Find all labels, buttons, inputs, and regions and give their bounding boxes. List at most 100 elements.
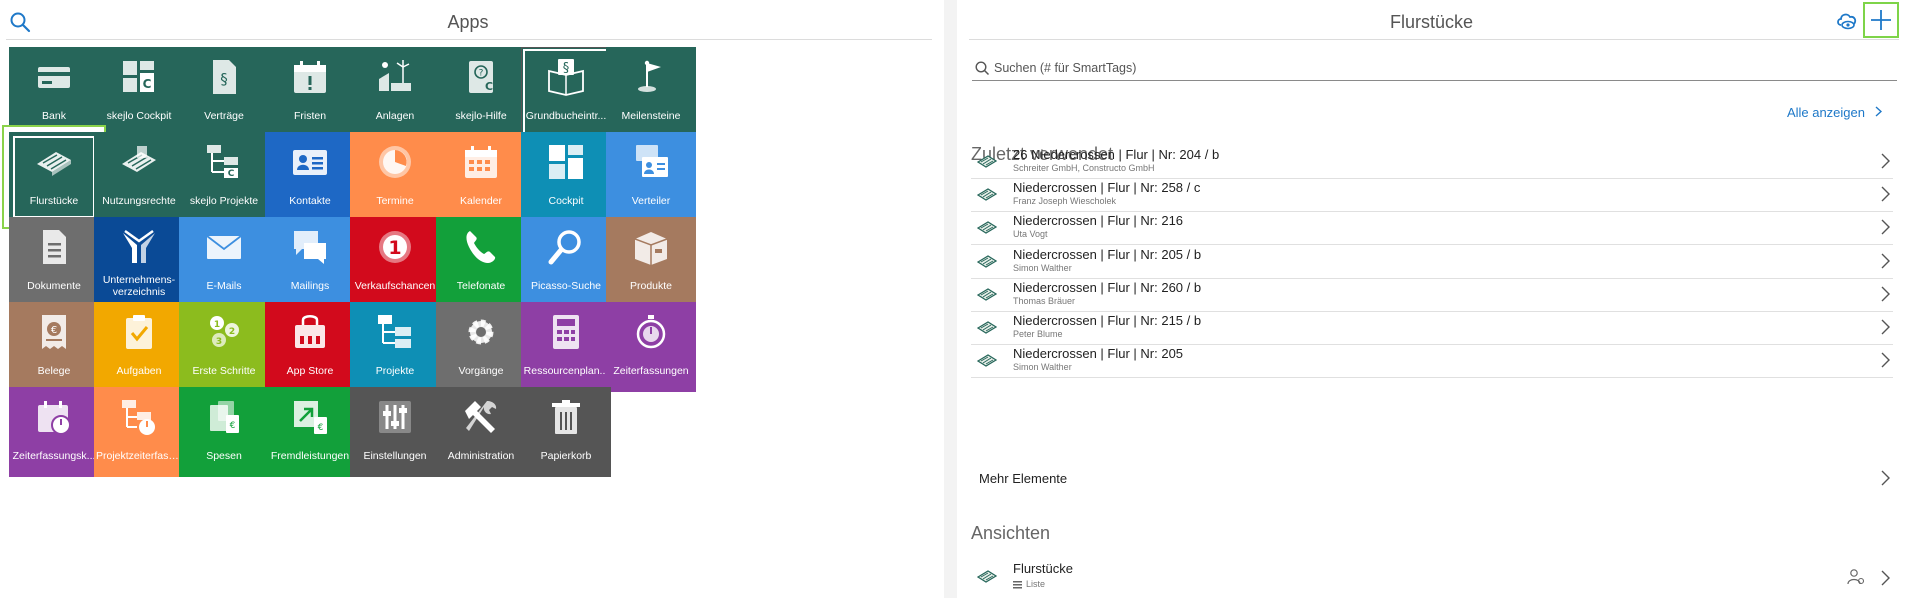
app-tile-label: Einstellungen xyxy=(363,450,427,462)
app-tile[interactable]: Administration xyxy=(436,387,526,477)
app-tile[interactable]: Termine xyxy=(350,132,440,222)
apps-divider xyxy=(6,39,932,40)
receipt-icon: € xyxy=(42,315,66,349)
app-tile[interactable]: Cockpit xyxy=(521,132,611,222)
project-tree-icon: C xyxy=(207,145,238,179)
search-field[interactable] xyxy=(972,59,1897,81)
search-icon xyxy=(975,61,990,76)
app-tile[interactable]: Zeiterfassungen xyxy=(606,302,696,392)
app-tile[interactable]: € Fremdleistungen xyxy=(265,387,355,477)
chevron-right-icon xyxy=(1881,352,1890,368)
app-tile[interactable]: Projekte xyxy=(350,302,440,392)
app-tile-label: Meilensteine xyxy=(621,110,681,122)
more-items-button[interactable]: Mehr Elemente xyxy=(971,458,1893,498)
recent-item-title: 26 Niedercrossen | Flur | Nr: 204 / b xyxy=(1013,147,1220,162)
help-icon: ?C xyxy=(469,61,493,93)
title-divider xyxy=(969,39,1899,40)
company-directory-icon xyxy=(123,229,155,263)
law-book-icon: § xyxy=(548,59,584,96)
plus-icon xyxy=(1871,10,1891,30)
usage-rights-icon xyxy=(122,146,156,172)
search-input[interactable] xyxy=(994,59,1884,77)
app-tile[interactable]: Anlagen xyxy=(350,47,440,137)
app-tile[interactable]: Unternehmens-verzeichnis xyxy=(94,217,184,307)
svg-text:C: C xyxy=(228,169,235,179)
flurstuecke-panel: Flurstücke Alle anzeigen Zuletzt verwend… xyxy=(957,0,1906,598)
apps-panel: Apps Bank Cskejlo Cockpit § Verträge Fristen… xyxy=(0,0,944,598)
app-tile[interactable]: Mailings xyxy=(265,217,355,307)
recent-item[interactable]: Niedercrossen | Flur | Nr: 205 Simon Walt… xyxy=(971,344,1893,379)
app-tile[interactable]: Dokumente xyxy=(9,217,99,307)
app-tile[interactable]: € Spesen xyxy=(179,387,269,477)
app-tile[interactable]: € Belege xyxy=(9,302,99,392)
milestone-flag-icon xyxy=(638,60,661,92)
app-tile[interactable]: 1 2 3 Erste Schritte xyxy=(179,302,269,392)
view-subtitle: Liste xyxy=(1013,579,1045,589)
recent-item-subtitle: Schreiter GmbH, Constructo GmbH xyxy=(1013,163,1155,173)
show-all-label: Alle anzeigen xyxy=(1786,105,1865,120)
first-steps-icon: 123 xyxy=(210,316,239,347)
app-tile[interactable]: Produkte xyxy=(606,217,696,307)
app-tile[interactable]: Cskejlo Cockpit xyxy=(94,47,184,137)
show-all-link[interactable]: Alle anzeigen xyxy=(1786,105,1883,120)
app-tile[interactable]: Verteiler xyxy=(606,132,696,222)
app-tile[interactable]: Cskejlo Projekte xyxy=(179,132,269,222)
app-tile[interactable]: Einstellungen xyxy=(350,387,440,477)
chevron-right-icon xyxy=(1881,570,1890,586)
app-tile[interactable]: Zeiterfassungsk... xyxy=(9,387,99,477)
app-tile[interactable]: Kontakte xyxy=(265,132,355,222)
app-tile[interactable]: § Grundbucheintr... xyxy=(521,47,611,137)
app-tile[interactable]: Projektzeiterfass... xyxy=(94,387,184,477)
user-settings-icon[interactable] xyxy=(1847,568,1865,586)
list-icon xyxy=(1013,580,1022,589)
add-button[interactable] xyxy=(1863,2,1899,38)
app-tile-label: Verkaufschancen xyxy=(354,280,436,292)
app-tile[interactable]: Aufgaben xyxy=(94,302,184,392)
app-tile[interactable]: App Store xyxy=(265,302,355,392)
app-tile-label: Picasso-Suche xyxy=(530,280,602,292)
app-tile-label: Dokumente xyxy=(27,280,81,292)
app-tile[interactable]: Vorgänge xyxy=(436,302,526,392)
chevron-right-icon xyxy=(1881,153,1890,169)
app-tile[interactable]: Fristen xyxy=(265,47,355,137)
view-item-flurstuecke[interactable]: Flurstücke Liste xyxy=(971,558,1893,598)
app-tile[interactable]: 1 Verkaufschancen xyxy=(350,217,440,307)
app-tile-label: skejlo Cockpit xyxy=(106,110,172,122)
recent-item[interactable]: Niedercrossen | Flur | Nr: 216 Uta Vogt xyxy=(971,211,1893,246)
app-tile-label: Verträge xyxy=(204,110,244,122)
app-tile[interactable]: Nutzungsrechte xyxy=(94,132,184,222)
app-tile-label: Zeiterfassungsk... xyxy=(12,450,96,462)
svg-text:2: 2 xyxy=(229,327,235,337)
phone-icon xyxy=(466,231,496,263)
resource-calculator-icon xyxy=(553,315,579,349)
app-tile[interactable]: Bank xyxy=(9,47,99,137)
panel-divider xyxy=(944,0,957,598)
app-tile-label: Telefonate xyxy=(456,280,506,292)
app-tile-label: Produkte xyxy=(629,280,673,292)
app-tile[interactable]: Papierkorb xyxy=(521,387,611,477)
app-tile-label: Administration xyxy=(447,450,515,462)
cloud-eye-icon[interactable] xyxy=(1835,10,1859,32)
app-tile[interactable]: Kalender xyxy=(436,132,526,222)
chevron-right-icon xyxy=(1881,319,1890,335)
expenses-icon: € xyxy=(210,401,239,433)
product-box-icon xyxy=(634,232,668,265)
app-tile[interactable]: Picasso-Suche xyxy=(521,217,611,307)
panel-title: Flurstücke xyxy=(1389,12,1474,32)
app-tile[interactable]: Ressourcenplan... xyxy=(521,302,611,392)
recent-item[interactable]: Niedercrossen | Flur | Nr: 215 / b Peter … xyxy=(971,311,1893,345)
app-tile-label: Fristen xyxy=(293,110,327,122)
view-type-label: Liste xyxy=(1026,579,1046,589)
app-tile[interactable]: Flurstücke xyxy=(9,132,99,222)
time-calendar-icon xyxy=(38,401,71,435)
recent-item[interactable]: Niedercrossen | Flur | Nr: 205 / b Simon … xyxy=(971,245,1893,279)
app-tile[interactable]: E-Mails xyxy=(179,217,269,307)
app-tile[interactable]: § Verträge xyxy=(179,47,269,137)
recent-item[interactable]: Niedercrossen | Flur | Nr: 258 / c Franz … xyxy=(971,178,1893,213)
recent-item[interactable]: Niedercrossen | Flur | Nr: 260 / b Thomas… xyxy=(971,278,1893,312)
app-tile[interactable]: Telefonate xyxy=(436,217,526,307)
recent-item[interactable]: 26 Niedercrossen | Flur | Nr: 204 / b Sch… xyxy=(971,145,1893,179)
app-tile[interactable]: Meilensteine xyxy=(606,47,696,137)
calendar-icon xyxy=(465,146,497,178)
app-tile[interactable]: ? Cskejlo-Hilfe xyxy=(436,47,526,137)
